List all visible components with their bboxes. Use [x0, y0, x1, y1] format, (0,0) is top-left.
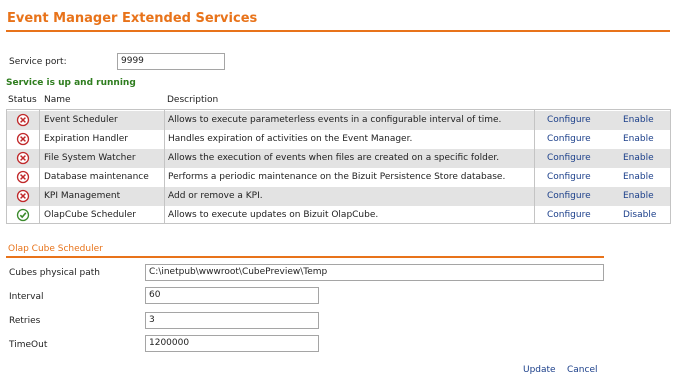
error-icon: [16, 132, 30, 146]
service-name: Expiration Handler: [44, 134, 128, 144]
header-name: Name: [44, 95, 71, 105]
header-description: Description: [167, 95, 219, 105]
configure-link[interactable]: Configure: [547, 168, 591, 187]
services-table: Event Scheduler Allows to execute parame…: [6, 109, 671, 224]
table-row: OlapCube Scheduler Allows to execute upd…: [7, 206, 670, 225]
disable-link[interactable]: Disable: [623, 206, 656, 225]
table-row: KPI Management Add or remove a KPI. Conf…: [7, 187, 670, 206]
column-divider: [164, 110, 165, 223]
enable-link[interactable]: Enable: [623, 130, 654, 149]
timeout-input[interactable]: 1200000: [145, 335, 319, 352]
table-row: Expiration Handler Handles expiration of…: [7, 130, 670, 149]
configure-link[interactable]: Configure: [547, 149, 591, 168]
cubes-path-input[interactable]: C:\inetpub\wwwroot\CubePreview\Temp: [145, 264, 604, 281]
error-icon: [16, 151, 30, 165]
service-description: Allows the execution of events when file…: [168, 153, 500, 163]
table-row: Database maintenance Performs a periodic…: [7, 168, 670, 187]
service-status-message: Service is up and running: [6, 78, 136, 88]
service-description: Allows to execute updates on Bizuit Olap…: [168, 210, 379, 220]
column-divider: [39, 110, 40, 223]
configure-link[interactable]: Configure: [547, 130, 591, 149]
service-name: OlapCube Scheduler: [44, 210, 136, 220]
error-icon: [16, 189, 30, 203]
service-name: KPI Management: [44, 191, 121, 201]
service-name: Event Scheduler: [44, 115, 118, 125]
title-divider: [6, 30, 670, 32]
retries-input[interactable]: 3: [145, 312, 319, 329]
service-description: Handles expiration of activities on the …: [168, 134, 413, 144]
cubes-path-label: Cubes physical path: [9, 268, 101, 278]
enable-link[interactable]: Enable: [623, 187, 654, 206]
enable-link[interactable]: Enable: [623, 168, 654, 187]
service-port-input[interactable]: 9999: [117, 53, 225, 70]
service-name: Database maintenance: [44, 172, 149, 182]
service-port-label: Service port:: [9, 57, 67, 67]
service-description: Add or remove a KPI.: [168, 191, 263, 201]
configure-link[interactable]: Configure: [547, 111, 591, 130]
section-divider: [6, 256, 604, 258]
configure-link[interactable]: Configure: [547, 206, 591, 225]
page-title: Event Manager Extended Services: [7, 11, 258, 26]
timeout-label: TimeOut: [9, 340, 48, 350]
checkmark-icon: [16, 208, 30, 222]
service-name: File System Watcher: [44, 153, 136, 163]
retries-label: Retries: [9, 316, 41, 326]
olap-section-title: Olap Cube Scheduler: [8, 244, 103, 254]
column-divider: [534, 110, 535, 223]
table-row: Event Scheduler Allows to execute parame…: [7, 111, 670, 130]
header-status: Status: [8, 95, 37, 105]
update-button[interactable]: Update: [523, 365, 556, 375]
error-icon: [16, 113, 30, 127]
enable-link[interactable]: Enable: [623, 149, 654, 168]
enable-link[interactable]: Enable: [623, 111, 654, 130]
interval-label: Interval: [9, 292, 44, 302]
service-description: Performs a periodic maintenance on the B…: [168, 172, 506, 182]
table-row: File System Watcher Allows the execution…: [7, 149, 670, 168]
error-icon: [16, 170, 30, 184]
service-description: Allows to execute parameterless events i…: [168, 115, 502, 125]
cancel-button[interactable]: Cancel: [567, 365, 598, 375]
interval-input[interactable]: 60: [145, 287, 319, 304]
configure-link[interactable]: Configure: [547, 187, 591, 206]
